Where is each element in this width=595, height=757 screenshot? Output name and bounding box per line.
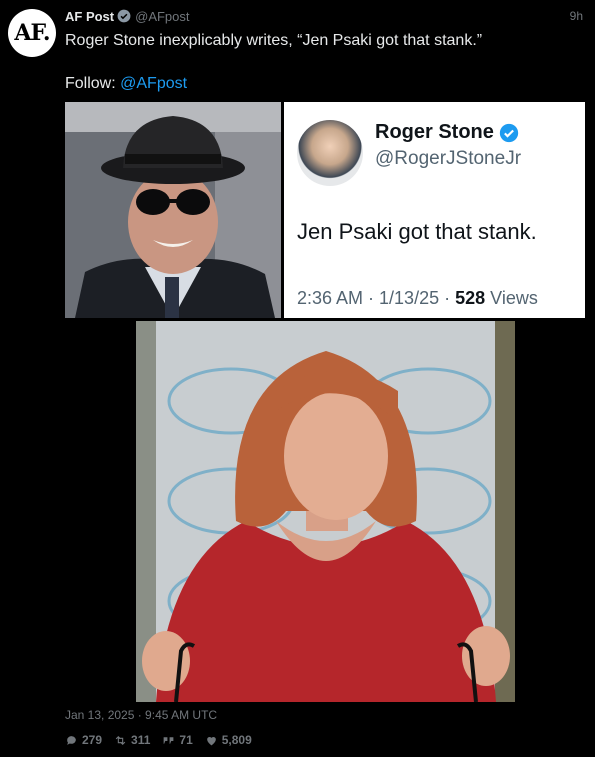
quote-stat[interactable]: 71 — [162, 733, 193, 747]
like-stat[interactable]: 5,809 — [205, 733, 252, 747]
avatar-logo-text: AF. — [14, 20, 50, 46]
retweet-stat[interactable]: 311 — [114, 733, 150, 747]
embedded-tweet-meta: 2:36 AM · 1/13/25 · 528 Views — [297, 288, 538, 309]
follow-line: Follow: @AFpost — [65, 75, 187, 93]
post-date[interactable]: Jan 13, 2025 · 9:45 AM UTC — [65, 708, 217, 722]
embedded-meta-prefix: 2:36 AM · 1/13/25 · — [297, 288, 456, 308]
photo-jen-psaki[interactable] — [136, 321, 515, 702]
embedded-author-handle: @RogerJStoneJr — [375, 148, 522, 169]
engagement-stats: 279 311 71 5,809 — [65, 733, 252, 747]
tweet-text: Roger Stone inexplicably writes, “Jen Ps… — [65, 32, 483, 49]
photo-roger-stone[interactable] — [65, 102, 281, 318]
reply-stat[interactable]: 279 — [65, 733, 102, 747]
embedded-author-name-row: Roger Stone — [375, 121, 519, 144]
follow-link[interactable]: @AFpost — [120, 75, 187, 92]
embedded-author-avatar — [297, 120, 363, 186]
heart-icon — [206, 736, 216, 745]
verified-badge-icon — [117, 9, 131, 23]
author-name[interactable]: AF Post — [65, 9, 114, 24]
follow-prefix: Follow: — [65, 75, 121, 92]
tweet-time[interactable]: 9h — [570, 9, 583, 23]
reply-count: 279 — [82, 733, 103, 747]
embedded-views-label: Views — [485, 288, 538, 308]
embedded-author-name: Roger Stone — [375, 121, 494, 143]
quote-count: 71 — [179, 733, 193, 747]
embedded-views-count: 528 — [455, 288, 486, 308]
embedded-verified-badge-icon — [499, 123, 519, 143]
reply-icon — [67, 735, 76, 745]
retweet-icon — [115, 735, 126, 745]
media-grid: Roger Stone @RogerJStoneJr Jen Psaki got… — [65, 102, 585, 702]
author-handle[interactable]: @AFpost — [135, 9, 189, 24]
like-count: 5,809 — [221, 733, 252, 747]
author-avatar[interactable]: AF. — [8, 9, 56, 57]
retweet-count: 311 — [131, 733, 151, 747]
embedded-tweet-card[interactable]: Roger Stone @RogerJStoneJr Jen Psaki got… — [284, 102, 585, 318]
embedded-tweet-text: Jen Psaki got that stank. — [297, 219, 537, 244]
tweet-header: AF Post @AFpost 9h — [65, 7, 583, 25]
quote-icon — [164, 736, 174, 744]
